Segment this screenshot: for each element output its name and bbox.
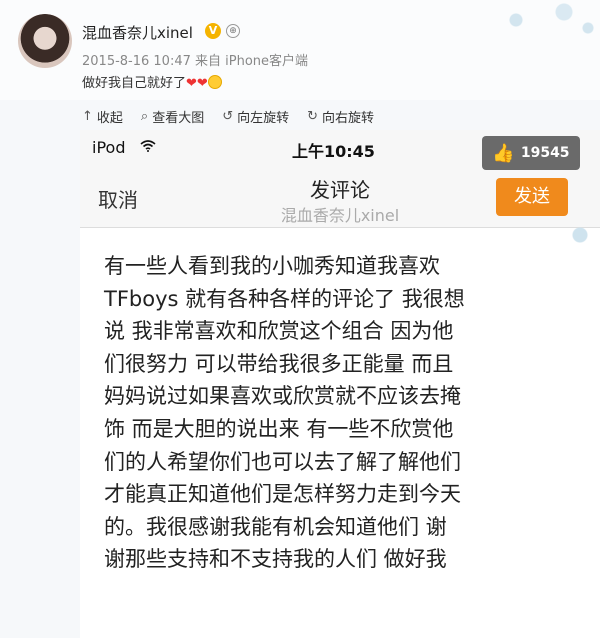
rotate-left-button[interactable]: ↺ 向左旋转 bbox=[222, 106, 289, 126]
collapse-label: 收起 bbox=[96, 110, 123, 126]
comment-line: 才能真正知道他们是怎样努力走到今天 bbox=[104, 482, 461, 507]
carrier-label: iPod bbox=[92, 138, 126, 157]
comment-line: 的。我很感谢我能有机会知道他们 谢 bbox=[104, 514, 447, 539]
comment-line: 谢那些支持和不支持我的人们 做好我 bbox=[104, 547, 447, 572]
collapse-button[interactable]: ↑ 收起 bbox=[82, 106, 123, 126]
post-meta: 2015-8-16 10:47 来自 iPhone客户端 bbox=[82, 54, 309, 69]
comment-line: 说 我非常喜欢和欣赏这个组合 因为他 bbox=[104, 319, 454, 344]
post-text-content: 做好我自己就好了 bbox=[82, 76, 187, 91]
avatar[interactable] bbox=[18, 14, 72, 68]
comment-line: TFboys 就有各种各样的评论了 我很想 bbox=[104, 286, 465, 311]
rotate-right-icon: ↻ bbox=[307, 108, 319, 124]
comment-line: 们的人希望你们也可以去了解了解他们 bbox=[104, 449, 461, 474]
magnifier-icon: ⌕ bbox=[140, 108, 149, 124]
member-level-icon: ⊕ bbox=[226, 24, 240, 38]
heart-icons: ❤❤ bbox=[186, 76, 208, 91]
comment-text[interactable]: 有一些人看到我的小咖秀知道我喜欢 TFboys 就有各种各样的评论了 我很想说 我… bbox=[104, 250, 574, 576]
rotate-right-label: 向右旋转 bbox=[322, 110, 375, 126]
view-large-button[interactable]: ⌕ 查看大图 bbox=[141, 106, 204, 126]
rotate-left-icon: ↺ bbox=[222, 108, 234, 124]
post-header: 混血香奈儿xinel V ⊕ 2015-8-16 10:47 来自 iPhone… bbox=[0, 0, 600, 100]
like-count: 19545 bbox=[520, 145, 570, 161]
post-text: 做好我自己就好了❤❤ bbox=[82, 72, 222, 91]
comment-line: 妈妈说过如果喜欢或欣赏就不应该去掩 bbox=[104, 384, 461, 409]
smile-icon bbox=[207, 75, 222, 89]
verified-icon: V bbox=[205, 23, 221, 39]
arrow-up-icon: ↑ bbox=[82, 108, 93, 124]
phone-screenshot: iPod 上午10:45 取消 发评论 混血香奈儿xinel 发送 有一些人看到… bbox=[80, 130, 600, 638]
send-button[interactable]: 发送 bbox=[496, 178, 568, 216]
view-large-label: 查看大图 bbox=[152, 110, 205, 126]
nav-bar: 取消 发评论 混血香奈儿xinel 发送 bbox=[80, 166, 600, 228]
comment-line: 们很努力 可以带给我很多正能量 而且 bbox=[104, 351, 454, 376]
frost-decoration-2 bbox=[560, 220, 600, 250]
rotate-right-button[interactable]: ↻ 向右旋转 bbox=[307, 106, 374, 126]
comment-line: 饰 而是大胆的说出来 有一些不欣赏他 bbox=[104, 416, 454, 441]
image-toolbar: ↑ 收起 ⌕ 查看大图 ↺ 向左旋转 ↻ 向右旋转 bbox=[82, 106, 374, 126]
status-time: 上午10:45 bbox=[292, 142, 375, 161]
rotate-left-label: 向左旋转 bbox=[237, 110, 290, 126]
username[interactable]: 混血香奈儿xinel bbox=[82, 22, 193, 43]
thumbs-up-icon: 👍 bbox=[492, 142, 515, 164]
like-button[interactable]: 👍 19545 bbox=[482, 136, 580, 170]
frost-decoration bbox=[480, 0, 600, 40]
wifi-icon bbox=[140, 140, 156, 152]
comment-line: 有一些人看到我的小咖秀知道我喜欢 bbox=[104, 254, 440, 278]
